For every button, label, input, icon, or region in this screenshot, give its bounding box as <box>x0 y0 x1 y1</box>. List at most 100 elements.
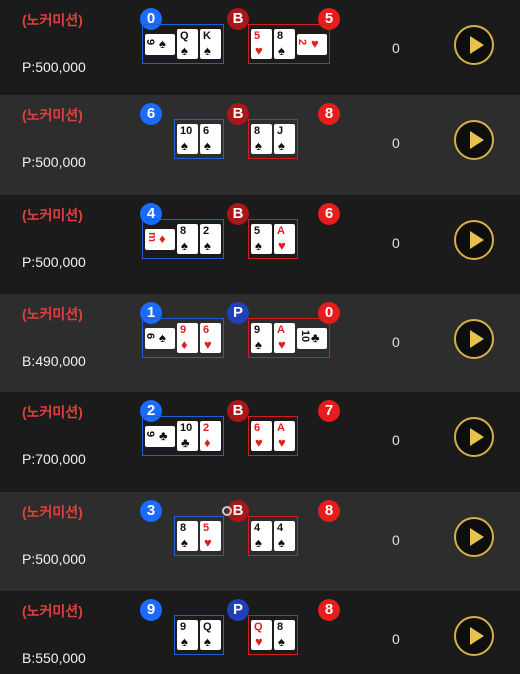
playing-card: 10 ♣ <box>297 327 327 349</box>
playing-card: 5 ♥ <box>200 521 221 551</box>
card-rank: 10 <box>180 125 193 137</box>
playing-card: 2 ♠ <box>200 224 221 254</box>
playing-card: A ♥ <box>274 224 295 254</box>
history-row: (노커미션) P:500,000 0 B 5 9 ♠ Q ♠ K ♠ 5 ♥ 8 ♠ 2 ♥ 0 <box>0 0 520 95</box>
card-suit: ♠ <box>204 634 211 649</box>
bet-amount: B:550,000 <box>22 650 86 666</box>
bet-amount: B:490,000 <box>22 353 86 369</box>
card-suit: ♦ <box>204 435 211 450</box>
mode-label: (노커미션) <box>22 603 83 619</box>
card-rank: 4 <box>254 522 261 534</box>
card-rank: 4 <box>277 522 284 534</box>
playing-card: 9 ♠ <box>144 33 175 55</box>
result-badge: P <box>227 599 249 621</box>
card-rank: Q <box>203 621 212 633</box>
player-hand: 9 ♣ 10 ♣ 2 ♦ <box>142 416 224 456</box>
playing-card: K ♠ <box>200 29 221 59</box>
row-count: 0 <box>392 235 400 251</box>
card-rank: Q <box>180 30 189 42</box>
card-suit: ♠ <box>255 337 262 352</box>
mode-label: (노커미션) <box>22 107 83 123</box>
player-score: 6 <box>140 103 162 125</box>
playing-card: 5 ♠ <box>251 224 272 254</box>
card-rank: A <box>277 324 285 336</box>
history-row: (노커미션) P:500,000 4 B 6 m ♦ 8 ♠ 2 ♠ 5 ♠ A ♥ 0 <box>0 195 520 294</box>
player-score: 9 <box>140 599 162 621</box>
player-hand: 9 ♠ Q ♠ K ♠ <box>142 24 224 64</box>
playing-card: 6 ♠ <box>144 327 175 349</box>
play-button[interactable] <box>454 319 494 359</box>
card-suit: ♥ <box>255 634 263 649</box>
bet-amount: P:500,000 <box>22 551 86 567</box>
row-count: 0 <box>392 135 400 151</box>
card-suit: ♥ <box>255 435 263 450</box>
row-count: 0 <box>392 40 400 56</box>
card-rank: 9 <box>180 621 187 633</box>
card-suit: ♥ <box>278 435 286 450</box>
playing-card: 4 ♠ <box>274 521 295 551</box>
card-suit: ♠ <box>255 138 262 153</box>
card-suit: ♠ <box>204 43 211 58</box>
card-rank: 6 <box>254 422 261 434</box>
playing-card: m ♦ <box>145 228 175 250</box>
playing-card: Q ♥ <box>251 620 272 650</box>
card-rank: 2 <box>296 38 309 45</box>
playing-card: 5 ♥ <box>251 29 272 59</box>
history-row: (노커미션) P:700,000 2 B 7 9 ♣ 10 ♣ 2 ♦ 6 ♥ A ♥ 0 <box>0 392 520 492</box>
play-button[interactable] <box>454 616 494 656</box>
mode-label: (노커미션) <box>22 306 83 322</box>
card-suit: ♠ <box>204 138 211 153</box>
card-rank: 10 <box>299 329 312 342</box>
playing-card: 8 ♠ <box>251 124 272 154</box>
mode-label: (노커미션) <box>22 504 83 520</box>
banker-hand: Q ♥ 8 ♠ <box>248 615 298 655</box>
playing-card: 6 ♥ <box>251 421 272 451</box>
card-rank: 8 <box>277 621 284 633</box>
playing-card: 2 ♦ <box>200 421 221 451</box>
playing-card: 10 ♠ <box>177 124 198 154</box>
touch-cursor-icon <box>222 506 232 516</box>
playing-card: 9 ♠ <box>251 323 272 353</box>
result-badge: P <box>227 302 249 324</box>
playing-card: Q ♠ <box>200 620 221 650</box>
play-button[interactable] <box>454 220 494 260</box>
player-hand: 9 ♠ Q ♠ <box>174 615 224 655</box>
result-badge: B <box>227 203 249 225</box>
row-count: 0 <box>392 432 400 448</box>
play-button[interactable] <box>454 25 494 65</box>
play-button[interactable] <box>454 517 494 557</box>
card-suit: ♦ <box>181 337 188 352</box>
card-suit: ♥ <box>278 238 286 253</box>
playing-card: Q ♠ <box>177 29 198 59</box>
card-suit: ♠ <box>159 329 166 345</box>
card-suit: ♥ <box>311 35 319 51</box>
mode-label: (노커미션) <box>22 404 83 420</box>
playing-card: J ♠ <box>274 124 295 154</box>
result-badge: B <box>227 400 249 422</box>
playing-card: 9 ♣ <box>144 425 175 447</box>
card-suit: ♣ <box>181 435 190 450</box>
banker-score: 8 <box>318 500 340 522</box>
card-rank: K <box>203 30 211 42</box>
card-rank: 6 <box>203 324 210 336</box>
playing-card: 8 ♠ <box>274 29 295 59</box>
playing-card: 8 ♠ <box>274 620 295 650</box>
banker-score: 6 <box>318 203 340 225</box>
card-suit: ♥ <box>204 535 212 550</box>
card-rank: 9 <box>180 324 187 336</box>
card-rank: 9 <box>144 38 157 45</box>
player-score: 3 <box>140 500 162 522</box>
banker-hand: 6 ♥ A ♥ <box>248 416 298 456</box>
bet-amount: P:500,000 <box>22 254 86 270</box>
play-button[interactable] <box>454 417 494 457</box>
playing-card: 6 ♠ <box>200 124 221 154</box>
mode-label: (노커미션) <box>22 12 83 28</box>
mode-label: (노커미션) <box>22 207 83 223</box>
row-count: 0 <box>392 334 400 350</box>
banker-score: 8 <box>318 103 340 125</box>
card-suit: ♠ <box>181 138 188 153</box>
playing-card: A ♥ <box>274 323 295 353</box>
card-suit: ♠ <box>204 238 211 253</box>
play-button[interactable] <box>454 120 494 160</box>
card-rank: 10 <box>180 422 193 434</box>
